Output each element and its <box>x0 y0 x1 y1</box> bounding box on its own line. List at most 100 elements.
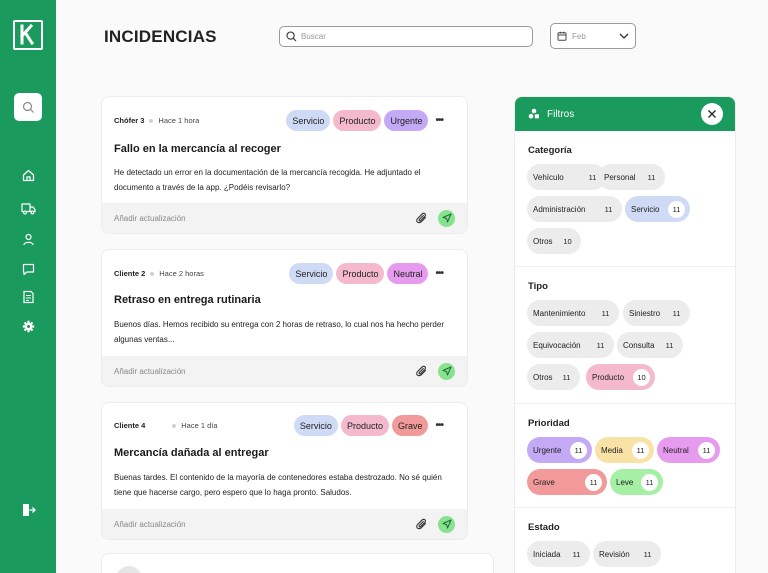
tag-priority: Grave <box>391 415 429 436</box>
incident-card[interactable]: Chófer 3 Hace 1 hora Servicio Producto U… <box>101 96 468 234</box>
chip-label: Media <box>601 445 623 455</box>
search-icon <box>22 101 34 113</box>
sidebar-search-button[interactable] <box>14 93 42 121</box>
card-body: He detectado un error en la documentació… <box>114 168 421 192</box>
add-update-input[interactable]: Añadir actualización <box>114 214 416 223</box>
card-title: Retraso en entrega rutinaria <box>114 294 261 306</box>
chip-label: Iniciada <box>533 549 561 559</box>
chip-count: 11 <box>647 172 656 182</box>
tag-producto: Producto <box>340 415 389 436</box>
chip-label: Equivocación <box>533 340 581 350</box>
add-update-input[interactable]: Añadir actualización <box>114 520 416 529</box>
send-button[interactable] <box>438 362 455 380</box>
filter-chip[interactable]: Administración 11 <box>527 196 622 222</box>
attach-button[interactable] <box>416 212 428 225</box>
card-footer: Añadir actualización <box>102 356 467 386</box>
tag-producto: Producto <box>336 263 385 284</box>
section-title-estado: Estado <box>528 522 560 533</box>
card-time: Hace 1 día <box>181 421 218 430</box>
divider <box>515 266 735 267</box>
chip-label: Otros <box>533 236 553 246</box>
paperclip-icon <box>416 212 427 223</box>
chat-icon <box>22 263 34 275</box>
divider <box>515 507 735 508</box>
divider <box>515 403 735 404</box>
tag-servicio: Servicio <box>286 110 331 131</box>
separator-dot <box>150 271 155 276</box>
card-footer: Añadir actualización <box>102 509 467 539</box>
nav-logout[interactable] <box>20 502 36 518</box>
filter-chip-selected[interactable]: Producto 10 <box>586 364 655 390</box>
date-filter-value: Feb <box>572 31 586 41</box>
chip-label: Leve <box>616 477 634 487</box>
search-box[interactable] <box>279 26 533 47</box>
filter-chip[interactable]: Equivocación 11 <box>527 332 614 358</box>
filter-chip[interactable]: Otros 11 <box>527 364 580 390</box>
nav-messages[interactable] <box>20 261 36 277</box>
chip-count: 11 <box>585 473 602 491</box>
search-icon <box>286 31 297 42</box>
tag-servicio: Servicio <box>293 415 338 436</box>
section-title-prioridad: Prioridad <box>528 418 570 429</box>
attach-button[interactable] <box>416 518 428 531</box>
page-title: INCIDENCIAS <box>104 27 217 46</box>
chip-count: 11 <box>601 308 610 318</box>
incident-card[interactable] <box>101 553 494 573</box>
filter-chip[interactable]: Mantenimiento 11 <box>527 300 619 326</box>
filter-chip[interactable]: Personal 11 <box>598 164 665 190</box>
filter-chip-priority[interactable]: Urgente 11 <box>527 437 592 463</box>
chip-count: 11 <box>596 340 605 350</box>
incident-card[interactable]: Cliente 4 Hace 1 día Servicio Producto G… <box>101 402 468 540</box>
search-input[interactable] <box>301 32 521 41</box>
nav-settings[interactable] <box>20 318 36 334</box>
filter-chip-priority[interactable]: Leve 11 <box>610 469 663 495</box>
chip-count: 11 <box>572 549 581 559</box>
filter-chip[interactable]: Siniestro 11 <box>623 300 690 326</box>
filter-chip-selected[interactable]: Servicio 11 <box>625 196 690 222</box>
filter-chip[interactable]: Revisión 11 <box>593 541 661 567</box>
nav-users[interactable] <box>20 231 36 247</box>
tag-priority: Urgente <box>384 110 429 131</box>
filter-chip[interactable]: Consulta 11 <box>617 332 683 358</box>
chip-label: Otros <box>533 372 553 382</box>
paperclip-icon <box>416 365 427 376</box>
filter-chip-priority[interactable]: Grave 11 <box>527 469 607 495</box>
report-icon <box>22 290 34 304</box>
filter-chip[interactable]: Otros 10 <box>527 228 581 254</box>
settings-icon <box>22 320 34 332</box>
chip-label: Servicio <box>631 204 660 214</box>
nav-deliveries[interactable] <box>20 200 36 216</box>
more-options-icon[interactable]: ••• <box>435 420 443 431</box>
nav-home[interactable] <box>20 167 36 183</box>
user-icon <box>22 233 34 245</box>
date-filter-select[interactable]: Feb <box>550 23 636 49</box>
more-options-icon[interactable]: ••• <box>435 268 443 279</box>
card-body: Buenas tardes. El contenido de la mayorí… <box>114 473 442 497</box>
shapes-icon <box>528 108 539 119</box>
close-filters-button[interactable] <box>701 103 723 125</box>
filter-chip[interactable]: Vehículo 11 <box>527 164 606 190</box>
send-button[interactable] <box>438 515 455 533</box>
filter-chip[interactable]: Iniciada 11 <box>527 541 590 567</box>
logout-icon <box>22 504 36 516</box>
chip-label: Urgente <box>533 445 562 455</box>
tag-producto: Producto <box>333 110 382 131</box>
send-button[interactable] <box>438 209 455 227</box>
nav-reports[interactable] <box>20 289 36 305</box>
chip-count: 10 <box>563 236 572 246</box>
card-author: Cliente 4 <box>114 421 146 430</box>
chip-count: 11 <box>698 441 715 459</box>
filter-chip-priority[interactable]: Neutral 11 <box>657 437 720 463</box>
attach-button[interactable] <box>416 365 428 378</box>
section-title-tipo: Tipo <box>528 281 548 292</box>
add-update-input[interactable]: Añadir actualización <box>114 367 416 376</box>
more-options-icon[interactable]: ••• <box>435 115 443 126</box>
section-title-categoria: Categoría <box>528 145 572 156</box>
filter-chip-priority[interactable]: Media 11 <box>595 437 654 463</box>
logo[interactable] <box>13 20 43 50</box>
card-title: Fallo en la mercancía al recoger <box>114 143 281 155</box>
card-time: Hace 1 hora <box>158 116 200 125</box>
incident-card[interactable]: Cliente 2 Hace 2 horas Servicio Producto… <box>101 249 468 387</box>
chip-count: 10 <box>633 368 650 386</box>
chip-label: Revisión <box>599 549 630 559</box>
